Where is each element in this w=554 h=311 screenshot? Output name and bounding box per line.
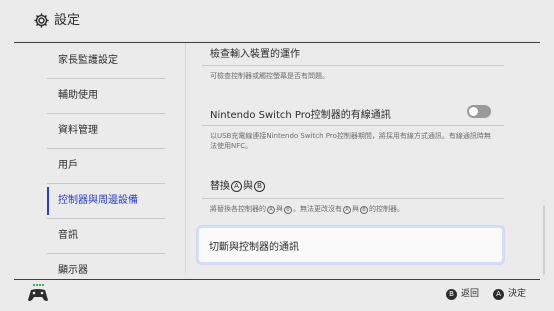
swap-desc-text: 與 xyxy=(276,205,283,213)
setting-description: 可檢查控制器或觸控螢幕是否有問題。 xyxy=(210,72,329,80)
sidebar-item-users[interactable]: 用戶 xyxy=(47,149,165,183)
sidebar: 家長監護設定 輔助使用 資料管理 用戶 控制器與周邊設備 音訊 顯示器 xyxy=(0,43,185,279)
a-button-icon: A xyxy=(267,206,275,214)
row-divider xyxy=(202,125,504,126)
controller-icon xyxy=(28,284,48,301)
b-button-icon: B xyxy=(254,181,265,192)
setting-description: 將替換各控制器的 A 與 B 。無法更改沒有 A 與 B 的控制器。 xyxy=(210,204,495,214)
setting-description: 以USB充電線連接Nintendo Switch Pro控制器期間，將採用有線方… xyxy=(210,132,491,150)
swap-desc-text: 將替換各控制器的 xyxy=(210,205,266,213)
setting-pro-controller-wired[interactable]: Nintendo Switch Pro控制器的有線通訊 xyxy=(210,106,391,121)
b-button-icon: B xyxy=(360,206,368,214)
sidebar-item-controllers[interactable]: 控制器與周邊設備 xyxy=(47,184,165,218)
swap-desc-text: 的控制器。 xyxy=(369,205,404,213)
sidebar-item-display[interactable]: 顯示器 xyxy=(47,254,165,279)
header: 設定 xyxy=(0,0,554,42)
swap-title-text: 與 xyxy=(243,181,253,192)
row-divider xyxy=(202,65,504,66)
swap-title-text: 替換 xyxy=(210,181,230,192)
b-button-icon: B xyxy=(446,289,457,300)
back-hint[interactable]: B 返回 xyxy=(446,288,479,300)
settings-panel: 檢查輸入裝置的運作 可檢查控制器或觸控螢幕是否有問題。 Nintendo Swi… xyxy=(186,43,541,279)
row-divider xyxy=(202,198,504,199)
swap-desc-text: 。無法更改沒有 xyxy=(293,205,342,213)
disconnect-controllers-label: 切斷與控制器的通訊 xyxy=(209,242,299,253)
a-button-icon: A xyxy=(343,206,351,214)
ok-hint[interactable]: A 決定 xyxy=(493,288,526,300)
sidebar-item-parental-controls[interactable]: 家長監護設定 xyxy=(47,44,165,78)
scrollbar[interactable] xyxy=(543,205,545,275)
a-button-icon: A xyxy=(231,181,242,192)
sidebar-item-audio[interactable]: 音訊 xyxy=(47,219,165,253)
page-title: 設定 xyxy=(54,13,81,28)
toggle-knob xyxy=(469,107,478,116)
sidebar-item-data-management[interactable]: 資料管理 xyxy=(47,114,165,148)
wired-communication-toggle[interactable] xyxy=(467,105,491,118)
ok-label: 決定 xyxy=(508,289,527,299)
gear-icon xyxy=(34,13,49,28)
sidebar-item-accessibility[interactable]: 輔助使用 xyxy=(47,79,165,113)
b-button-icon: B xyxy=(284,206,292,214)
disconnect-controllers-button[interactable]: 切斷與控制器的通訊 xyxy=(199,228,502,262)
setting-swap-a-b[interactable]: 替換 A 與 B xyxy=(210,177,266,192)
a-button-icon: A xyxy=(493,289,504,300)
swap-desc-text: 與 xyxy=(352,205,359,213)
footer-divider xyxy=(14,279,540,280)
setting-check-input-devices[interactable]: 檢查輸入裝置的運作 xyxy=(210,45,300,60)
back-label: 返回 xyxy=(461,289,480,299)
